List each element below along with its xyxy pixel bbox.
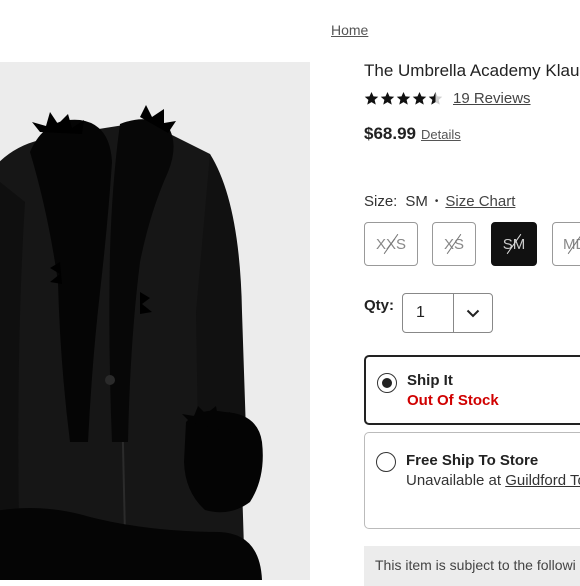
ship-to-store-title: Free Ship To Store — [406, 452, 539, 469]
availability-prefix: Unavailable at — [406, 472, 502, 489]
rating-stars — [364, 91, 444, 106]
ship-it-radio[interactable] — [377, 373, 397, 393]
store-availability: Unavailable at Guildford To — [406, 472, 580, 489]
coat-image — [0, 62, 310, 580]
size-label: Size: — [364, 193, 398, 210]
shipping-notice: This item is subject to the followi — [364, 546, 580, 586]
size-row: Size: SM • Size Chart — [364, 193, 515, 210]
radio-selected-dot — [381, 377, 392, 388]
qty-value: 1 — [403, 294, 454, 332]
size-option-sm[interactable]: SM — [491, 222, 537, 266]
size-chart-link[interactable]: Size Chart — [445, 193, 515, 210]
star-full-icon — [364, 91, 379, 105]
reviews-link[interactable]: 19 Reviews — [453, 90, 531, 107]
breadcrumb-home-link[interactable]: Home — [331, 22, 368, 38]
star-half-icon — [428, 91, 443, 105]
size-separator: • — [434, 196, 439, 207]
ship-to-store-option[interactable]: Free Ship To Store Unavailable at Guildf… — [364, 432, 580, 529]
size-option-xs[interactable]: XS — [432, 222, 476, 266]
details-link[interactable]: Details — [421, 127, 461, 142]
ship-it-title: Ship It — [407, 372, 453, 389]
product-title: The Umbrella Academy Klaus — [364, 61, 580, 80]
qty-select[interactable]: 1 — [402, 293, 493, 333]
star-full-icon — [396, 91, 411, 105]
store-name-link[interactable]: Guildford To — [505, 472, 580, 489]
ship-it-option[interactable]: Ship It Out Of Stock — [364, 355, 580, 425]
star-full-icon — [380, 91, 395, 105]
size-option-md[interactable]: MD — [552, 222, 580, 266]
price-row: $68.99 Details — [364, 124, 461, 144]
rating-row: 19 Reviews — [364, 88, 531, 108]
chevron-down-icon[interactable] — [454, 294, 492, 332]
qty-label: Qty: — [364, 297, 394, 314]
price: $68.99 — [364, 124, 416, 143]
size-selected-value: SM — [405, 193, 428, 210]
star-full-icon — [412, 91, 427, 105]
product-image[interactable] — [0, 62, 310, 580]
ship-to-store-radio[interactable] — [376, 452, 396, 472]
out-of-stock-status: Out Of Stock — [407, 392, 499, 409]
size-option-xxs[interactable]: XXS — [364, 222, 418, 266]
